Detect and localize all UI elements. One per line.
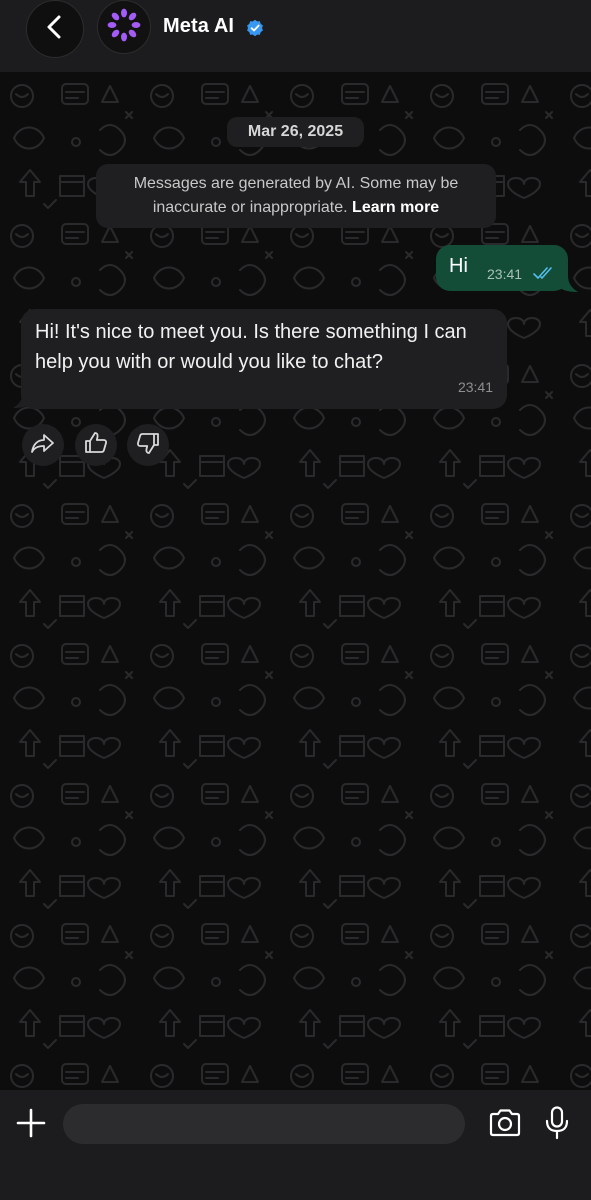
date-separator: Mar 26, 2025 xyxy=(227,117,364,147)
thumbs-down-icon xyxy=(136,431,160,460)
chat-header: Meta AI xyxy=(0,0,591,72)
double-check-icon xyxy=(533,266,555,280)
thumbs-up-button[interactable] xyxy=(75,424,117,466)
message-composer-input[interactable] xyxy=(63,1104,465,1144)
message-time: 23:41 xyxy=(487,266,523,282)
share-forward-button[interactable] xyxy=(22,424,64,466)
message-input-bar xyxy=(0,1090,591,1200)
message-text: Hi xyxy=(449,255,468,277)
contact-avatar[interactable] xyxy=(97,0,151,54)
outgoing-message-bubble[interactable]: Hi 23:41 xyxy=(436,245,568,291)
microphone-icon[interactable] xyxy=(544,1106,570,1140)
back-button[interactable] xyxy=(26,0,84,58)
chevron-left-icon xyxy=(44,14,66,45)
plus-icon[interactable] xyxy=(14,1106,48,1140)
camera-icon[interactable] xyxy=(488,1108,522,1138)
learn-more-link[interactable]: Learn more xyxy=(352,199,439,216)
message-time: 23:41 xyxy=(457,379,493,395)
thumbs-up-icon xyxy=(84,431,108,460)
incoming-message-bubble[interactable]: Hi! It's nice to meet you. Is there some… xyxy=(21,309,507,409)
thumbs-down-button[interactable] xyxy=(127,424,169,466)
contact-name[interactable]: Meta AI xyxy=(163,15,234,38)
message-text: Hi! It's nice to meet you. Is there some… xyxy=(35,321,467,373)
verified-badge-icon xyxy=(246,19,264,37)
share-forward-icon xyxy=(31,432,55,459)
meta-ai-logo-icon xyxy=(107,8,141,47)
whatsapp-chat-screen: Meta AI Mar 26, 2025 Messages are genera… xyxy=(0,0,591,1200)
ai-disclaimer-notice: Messages are generated by AI. Some may b… xyxy=(96,164,496,228)
